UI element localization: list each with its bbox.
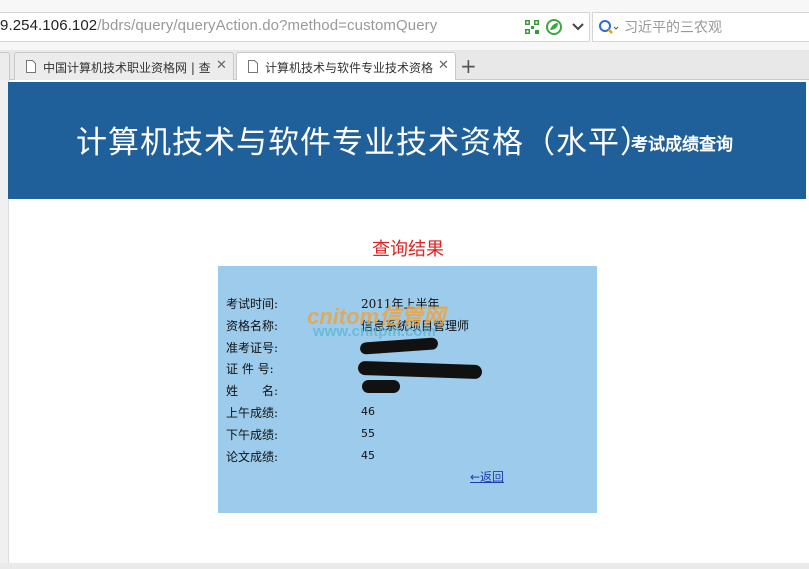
value-essay-score: 45 bbox=[361, 449, 375, 462]
result-heading: 查询结果 bbox=[372, 239, 444, 260]
value-afternoon-score: 55 bbox=[361, 427, 375, 440]
chevron-down-icon[interactable] bbox=[570, 18, 586, 34]
close-icon[interactable]: ✕ bbox=[216, 58, 227, 73]
tab-results[interactable]: 计算机技术与软件专业技术资格 ✕ bbox=[236, 52, 456, 81]
qr-code-icon[interactable] bbox=[525, 20, 539, 34]
document-icon bbox=[248, 60, 258, 73]
banner-title: 计算机技术与软件专业技术资格（水平） bbox=[76, 125, 652, 161]
url-path: /bdrs/query/queryAction.do?method=custom… bbox=[97, 17, 438, 34]
label-admission-number: 准考证号: bbox=[226, 341, 279, 355]
search-icon[interactable] bbox=[598, 18, 620, 36]
page-footer bbox=[0, 563, 809, 569]
label-morning-score: 上午成绩: bbox=[226, 406, 279, 420]
label-afternoon-score: 下午成绩: bbox=[226, 428, 279, 442]
document-icon bbox=[26, 60, 36, 73]
new-tab-button[interactable]: + bbox=[460, 54, 477, 78]
tab-title: 中国计算机技术职业资格网 | 查 bbox=[43, 61, 211, 75]
label-essay-score: 论文成绩: bbox=[226, 450, 279, 464]
close-icon[interactable]: ✕ bbox=[438, 58, 449, 73]
label-id-number: 证 件 号: bbox=[226, 362, 274, 376]
label-qualification: 资格名称: bbox=[226, 319, 279, 333]
leaf-icon[interactable] bbox=[546, 19, 562, 35]
watermark-url: www.cnitpm.com bbox=[313, 323, 436, 340]
tab-title: 计算机技术与软件专业技术资格 bbox=[265, 61, 434, 75]
redaction-mark bbox=[362, 380, 400, 393]
url-host: 9.254.106.102 bbox=[0, 17, 98, 34]
label-name: 姓 名: bbox=[226, 384, 279, 398]
back-link[interactable]: ←返回 bbox=[470, 468, 504, 485]
label-exam-time: 考试时间: bbox=[226, 297, 279, 311]
banner-subtitle: 考试成绩查询 bbox=[631, 135, 733, 155]
search-placeholder: 习近平的三农观 bbox=[624, 20, 722, 36]
value-morning-score: 46 bbox=[361, 405, 375, 418]
tab-partial[interactable] bbox=[0, 52, 10, 80]
tab-exam-site[interactable]: 中国计算机技术职业资格网 | 查 ✕ bbox=[14, 52, 234, 80]
url-text[interactable]: 9.254.106.102/bdrs/query/queryAction.do?… bbox=[0, 17, 437, 34]
window-controls-edge bbox=[735, 0, 809, 8]
